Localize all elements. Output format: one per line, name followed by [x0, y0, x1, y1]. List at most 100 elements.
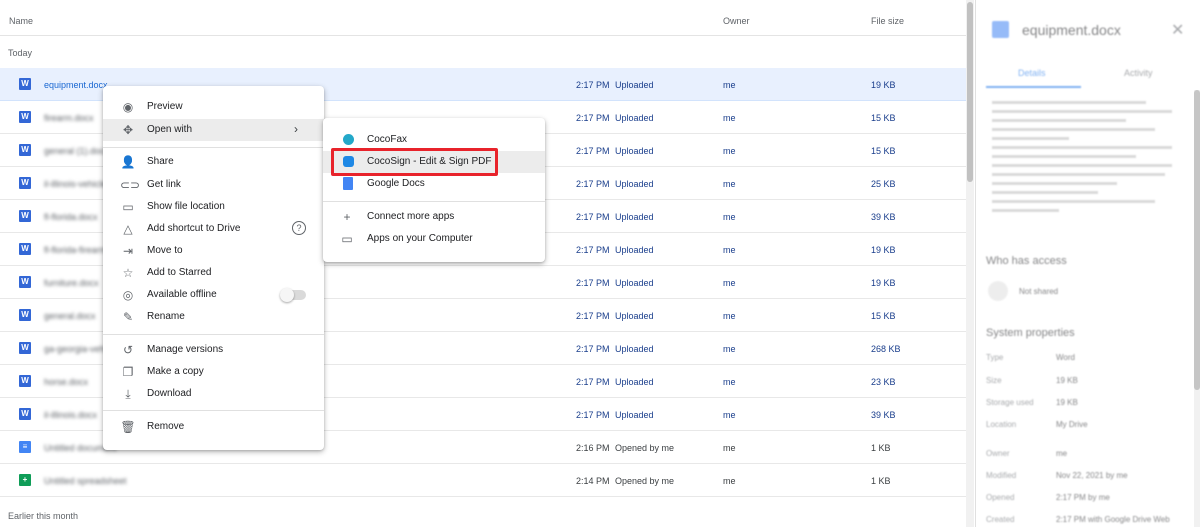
- download-icon: ⤓: [125, 387, 131, 401]
- prop-value: 2:17 PM with Google Drive Web: [1056, 515, 1170, 524]
- prop-key: Created: [986, 515, 1015, 524]
- file-status: Uploaded: [615, 212, 654, 222]
- file-name: general (1).docx: [44, 146, 110, 156]
- file-size: 25 KB: [871, 179, 896, 189]
- help-icon[interactable]: ?: [292, 221, 306, 235]
- menu-item-open-with[interactable]: ✥ Open with ›: [103, 119, 324, 141]
- menu-item-apps-on-computer[interactable]: ▭ Apps on your Computer: [323, 228, 545, 250]
- section-today: Today: [8, 48, 33, 58]
- menu-label: Download: [147, 388, 192, 399]
- docs-icon: ≡: [19, 441, 31, 453]
- word-icon: W: [19, 111, 31, 123]
- menu-item-make-copy[interactable]: ❐ Make a copy: [103, 361, 324, 383]
- menu-item-add-starred[interactable]: ☆ Add to Starred: [103, 262, 324, 284]
- file-name: equipment.docx: [44, 80, 108, 90]
- word-icon: W: [19, 342, 31, 354]
- file-size: 15 KB: [871, 113, 896, 123]
- menu-item-show-location[interactable]: ▭ Show file location: [103, 196, 324, 218]
- menu-item-rename[interactable]: ✎ Rename: [103, 306, 324, 328]
- close-icon[interactable]: ✕: [1171, 20, 1184, 40]
- menu-divider: [103, 334, 324, 335]
- menu-label: Preview: [147, 101, 183, 112]
- file-size: 19 KB: [871, 278, 896, 288]
- menu-item-connect-more[interactable]: + Connect more apps: [323, 206, 545, 228]
- add-to-drive-icon: △: [123, 222, 133, 236]
- file-name: firearm.docx: [44, 113, 94, 123]
- panel-scroll-thumb[interactable]: [1194, 90, 1200, 390]
- prop-key: Owner: [986, 449, 1010, 458]
- menu-item-google-docs[interactable]: Google Docs: [323, 173, 545, 195]
- google-docs-icon: [343, 177, 353, 190]
- menu-item-add-shortcut[interactable]: △ Add shortcut to Drive ?: [103, 218, 324, 240]
- file-time: 2:14 PM: [576, 476, 610, 486]
- owner-column-header[interactable]: Owner: [723, 16, 750, 26]
- menu-label: Show file location: [147, 201, 225, 212]
- file-size: 39 KB: [871, 212, 896, 222]
- menu-divider: [103, 410, 324, 411]
- file-size: 268 KB: [871, 344, 901, 354]
- file-time: 2:17 PM: [576, 410, 610, 420]
- menu-item-available-offline[interactable]: ◎ Available offline: [103, 284, 324, 306]
- sharing-status: Not shared: [1019, 287, 1059, 296]
- menu-label: Apps on your Computer: [367, 233, 473, 244]
- menu-item-share[interactable]: 👤 Share: [103, 151, 324, 173]
- menu-label: Connect more apps: [367, 211, 455, 222]
- list-scroll-thumb[interactable]: [967, 2, 973, 182]
- file-owner: me: [723, 410, 736, 420]
- system-properties-heading: System properties: [986, 327, 1075, 339]
- prop-value: me: [1056, 449, 1068, 458]
- file-time: 2:16 PM: [576, 443, 610, 453]
- menu-item-preview[interactable]: ◉ Preview: [103, 96, 324, 118]
- file-status: Uploaded: [615, 146, 654, 156]
- prop-value: 19 KB: [1056, 376, 1078, 385]
- prop-key: Opened: [986, 493, 1015, 502]
- tab-indicator: [986, 86, 1081, 88]
- menu-label: Open with: [147, 124, 193, 135]
- menu-label: Add shortcut to Drive: [147, 223, 241, 234]
- history-icon: ↺: [122, 343, 134, 357]
- prop-value: 19 KB: [1056, 398, 1078, 407]
- file-status: Uploaded: [615, 245, 654, 255]
- menu-item-move-to[interactable]: ⇥ Move to: [103, 240, 324, 262]
- file-time: 2:17 PM: [576, 212, 610, 222]
- file-size: 1 KB: [871, 476, 891, 486]
- menu-item-get-link[interactable]: ⊂⊃ Get link: [103, 174, 324, 196]
- offline-toggle[interactable]: [280, 288, 306, 302]
- size-column-header[interactable]: File size: [871, 16, 904, 26]
- list-scrollbar[interactable]: [966, 0, 974, 527]
- file-size: 19 KB: [871, 80, 896, 90]
- tab-details[interactable]: Details: [1018, 68, 1046, 78]
- file-size: 15 KB: [871, 311, 896, 321]
- file-name: Untitled spreadsheet: [44, 476, 127, 486]
- file-owner: me: [723, 377, 736, 387]
- menu-item-manage-versions[interactable]: ↺ Manage versions: [103, 339, 324, 361]
- word-icon: W: [19, 177, 31, 189]
- file-size: 1 KB: [871, 443, 891, 453]
- prop-value[interactable]: My Drive: [1056, 420, 1088, 429]
- file-time: 2:17 PM: [576, 245, 610, 255]
- table-row[interactable]: + Untitled spreadsheet 2:14 PM Opened by…: [0, 464, 966, 497]
- file-name: il-illinois.docx: [44, 410, 98, 420]
- menu-label: Rename: [147, 311, 185, 322]
- menu-item-remove[interactable]: 🗑 Remove: [103, 416, 324, 438]
- panel-scrollbar[interactable]: [1194, 90, 1200, 527]
- move-arrows-icon: ✥: [122, 123, 134, 137]
- word-icon: W: [19, 276, 31, 288]
- document-preview[interactable]: [986, 95, 1178, 235]
- file-status: Uploaded: [615, 113, 654, 123]
- menu-label: Make a copy: [147, 366, 204, 377]
- tab-activity[interactable]: Activity: [1124, 68, 1153, 78]
- file-owner: me: [723, 344, 736, 354]
- menu-label: Add to Starred: [147, 267, 212, 278]
- file-name: fl-florida-firearm: [44, 245, 108, 255]
- list-header: Name Owner File size: [0, 0, 966, 36]
- menu-divider: [103, 147, 324, 148]
- name-column-header[interactable]: Name: [9, 16, 33, 26]
- menu-item-download[interactable]: ⤓ Download: [103, 383, 324, 405]
- lock-icon: [988, 281, 1008, 301]
- prop-value: 2:17 PM by me: [1056, 493, 1110, 502]
- file-size: 23 KB: [871, 377, 896, 387]
- prop-key: Modified: [986, 471, 1017, 480]
- menu-label: Google Docs: [367, 178, 425, 189]
- copy-icon: ❐: [122, 365, 134, 379]
